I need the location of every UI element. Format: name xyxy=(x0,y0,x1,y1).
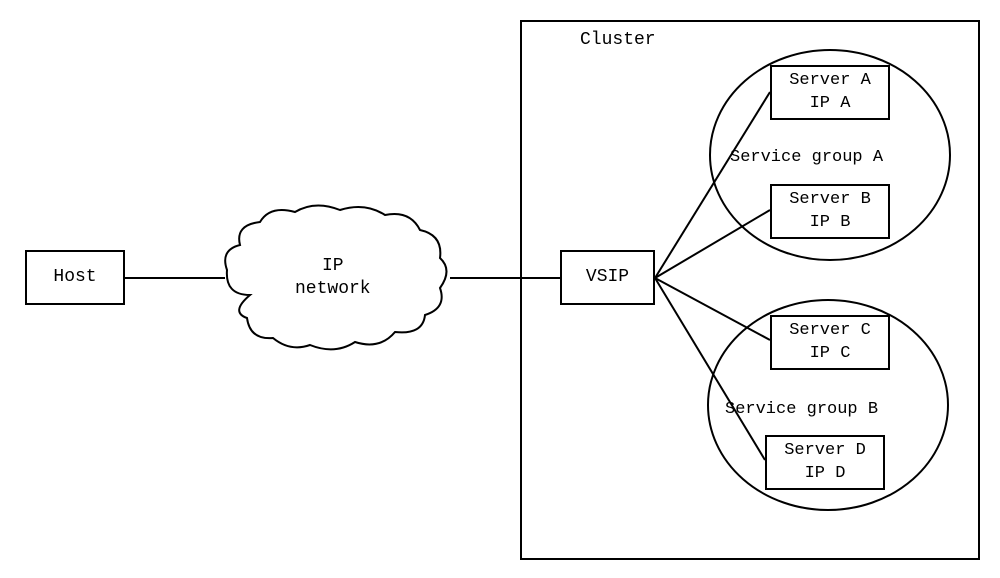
server-c-name: Server C xyxy=(789,320,871,342)
server-a-ip: IP A xyxy=(810,93,851,115)
network-label-line2: network xyxy=(295,278,371,301)
network-diagram: IP network Host Cluster VSIP Service gro… xyxy=(0,0,1000,578)
network-label-line1: IP xyxy=(295,255,371,278)
cluster-label: Cluster xyxy=(580,30,656,50)
server-a-name: Server A xyxy=(789,70,871,92)
host-node: Host xyxy=(25,250,125,305)
server-b-node: Server B IP B xyxy=(770,184,890,239)
server-d-node: Server D IP D xyxy=(765,435,885,490)
server-c-ip: IP C xyxy=(810,343,851,365)
service-group-a-label: Service group A xyxy=(730,148,883,167)
server-d-name: Server D xyxy=(784,440,866,462)
service-group-b-label: Service group B xyxy=(725,400,878,419)
server-b-name: Server B xyxy=(789,189,871,211)
host-label: Host xyxy=(53,266,96,289)
server-a-node: Server A IP A xyxy=(770,65,890,120)
server-d-ip: IP D xyxy=(805,463,846,485)
vsip-label: VSIP xyxy=(586,266,629,289)
network-label: IP network xyxy=(295,255,371,302)
vsip-node: VSIP xyxy=(560,250,655,305)
server-c-node: Server C IP C xyxy=(770,315,890,370)
server-b-ip: IP B xyxy=(810,212,851,234)
